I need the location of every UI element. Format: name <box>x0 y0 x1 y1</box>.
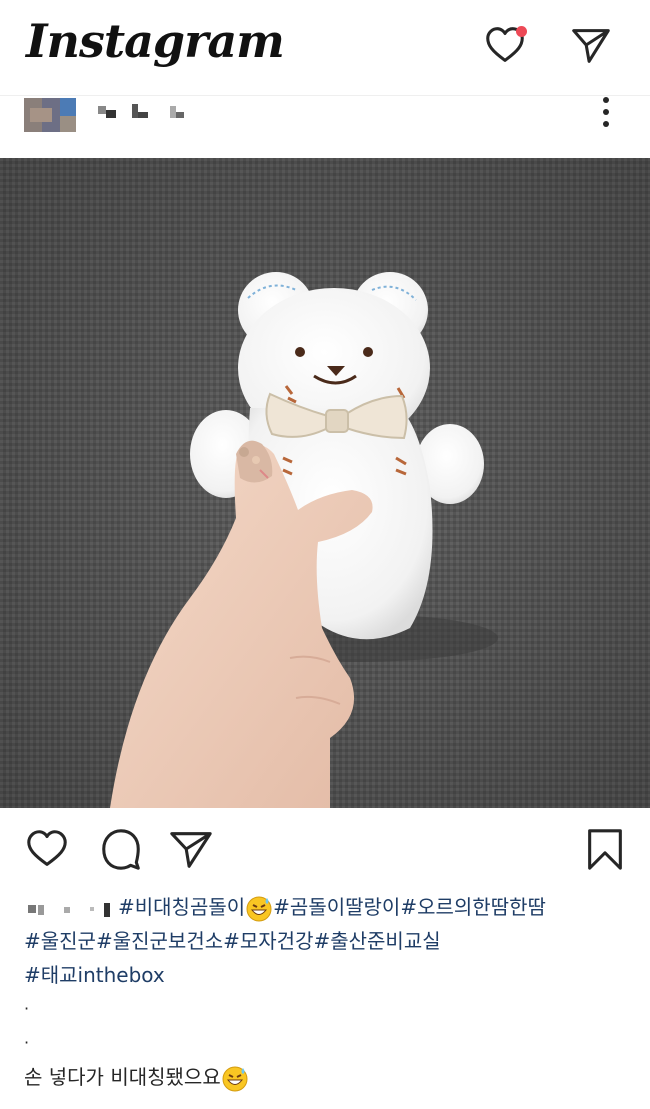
bookmark-icon[interactable] <box>582 826 628 872</box>
post-caption: #비대칭곰돌이 #곰돌이딸랑이#오르의한땀한땀 #울진군#울진군보건소#모자건강#… <box>24 890 634 1094</box>
comment-icon[interactable] <box>98 826 144 872</box>
send-icon[interactable] <box>168 826 214 872</box>
caption-hashtags[interactable]: #태교inthebox <box>24 958 634 992</box>
caption-hashtags[interactable]: #울진군#울진군보건소#모자건강#출산준비교실 <box>24 924 634 958</box>
caption-final-text: 손 넣다가 비대칭됐으요 <box>24 1065 221 1089</box>
like-heart-icon[interactable] <box>24 826 70 872</box>
notification-dot <box>516 26 527 37</box>
hashtag-link[interactable]: #곰돌이딸랑이#오르의한땀한땀 <box>273 895 546 919</box>
caption-dot: · <box>24 999 30 1018</box>
post-header <box>0 96 650 158</box>
post-actions <box>0 822 650 878</box>
caption-line: #비대칭곰돌이 #곰돌이딸랑이#오르의한땀한땀 <box>24 890 634 924</box>
hashtag-link[interactable]: #비대칭곰돌이 <box>118 895 245 919</box>
top-bar: Instagram <box>0 0 650 96</box>
caption-text: 손 넣다가 비대칭됐으요 <box>24 1060 634 1094</box>
more-vertical-icon[interactable] <box>596 96 616 130</box>
post-photo[interactable] <box>0 158 650 808</box>
avatar[interactable] <box>24 98 76 132</box>
caption-username-blurred[interactable] <box>24 899 118 919</box>
grin-sweat-emoji-icon <box>222 1066 248 1091</box>
caption-dot: · <box>24 1033 30 1052</box>
grin-sweat-emoji-icon <box>246 896 272 921</box>
instagram-logo[interactable]: Instagram <box>26 14 285 68</box>
send-icon[interactable] <box>568 22 614 68</box>
username-blurred[interactable] <box>98 100 198 124</box>
